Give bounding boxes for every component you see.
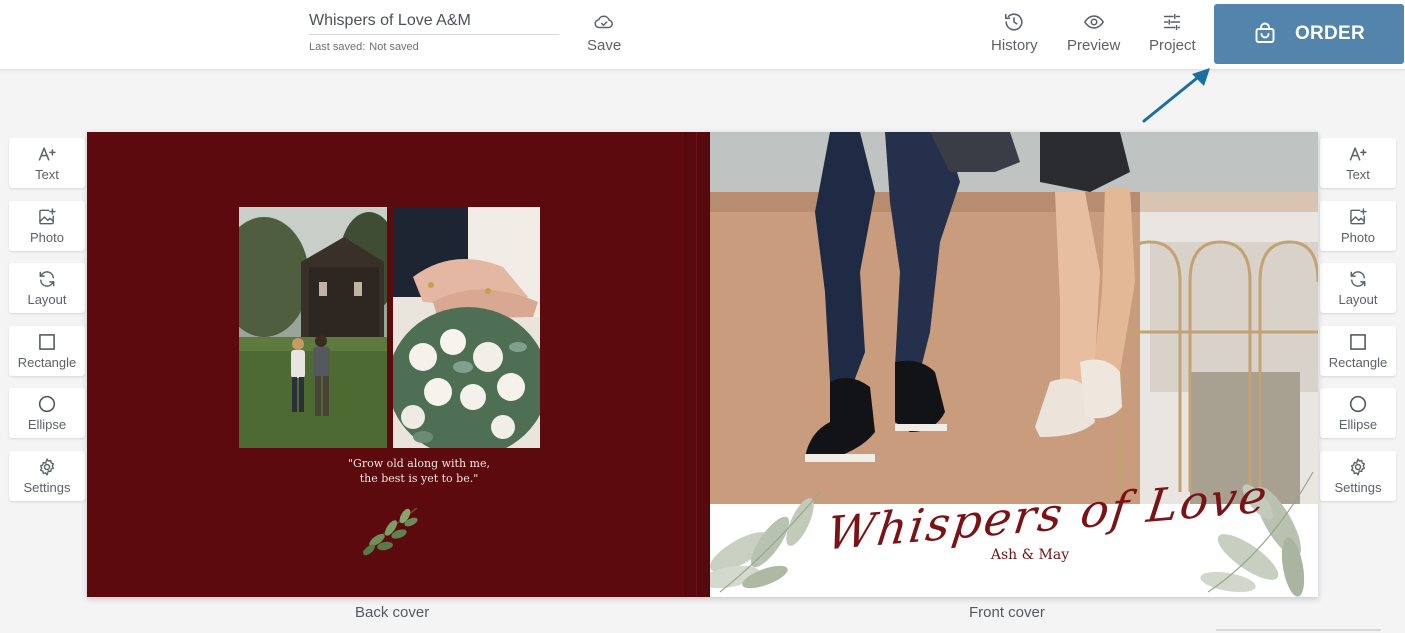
history-button[interactable]: History (991, 11, 1038, 61)
rectangle-button[interactable]: Rectangle (9, 325, 85, 376)
front-cover-subtitle[interactable]: Ash & May (950, 547, 1110, 563)
couple-photo-image (239, 207, 387, 448)
sliders-icon (1164, 13, 1181, 31)
top-bar: Last saved:Not saved Save History Previe… (0, 0, 1405, 70)
history-icon (1005, 13, 1023, 31)
front-cover-photo[interactable] (710, 132, 1318, 504)
text-add-icon (38, 147, 56, 161)
rectangle-icon (1350, 333, 1366, 350)
bottom-panel-edge (1216, 629, 1381, 633)
gear-icon (39, 458, 55, 476)
settings-label: Settings (1334, 479, 1382, 495)
project-title-input[interactable] (309, 8, 559, 35)
save-button[interactable]: Save (587, 11, 621, 61)
history-label: History (991, 37, 1038, 54)
rectangle-icon (39, 333, 55, 350)
layout-refresh-icon (1350, 271, 1366, 288)
add-text-button[interactable]: Text (9, 138, 85, 188)
add-photo-label: Photo (1341, 229, 1375, 245)
settings-button[interactable]: Settings (9, 450, 85, 501)
back-cover-page[interactable]: "Grow old along with me, the best is yet… (87, 132, 710, 597)
rectangle-button[interactable]: Rectangle (1320, 325, 1396, 376)
settings-label: Settings (23, 479, 71, 495)
right-toolbar: Text Photo Layout Rectangle Ellipse Sett… (1320, 138, 1396, 514)
pointer-arrow (1142, 68, 1210, 123)
text-add-icon (1349, 147, 1367, 161)
shopping-bag-icon (1255, 22, 1275, 43)
front-cover-caption: Front cover (969, 604, 1045, 621)
cloud-save-icon (594, 15, 614, 29)
save-label: Save (587, 37, 622, 54)
book-spine (685, 132, 710, 597)
front-cover-page[interactable]: Whispers of Love Ash & May (710, 132, 1318, 597)
quote-line-2: the best is yet to be." (359, 472, 479, 485)
back-cover-photo-bouquet[interactable] (393, 207, 540, 448)
gear-icon (1350, 458, 1366, 476)
back-cover-photo-couple[interactable] (239, 207, 387, 448)
photo-add-icon (39, 207, 56, 224)
last-saved-value: Not saved (369, 41, 419, 53)
last-saved-status: Last saved: Not saved (309, 41, 423, 53)
order-button[interactable]: ORDER (1214, 4, 1404, 64)
rectangle-label: Rectangle (17, 354, 77, 370)
ellipse-button[interactable]: Ellipse (1320, 388, 1396, 439)
add-text-button[interactable]: Text (1320, 138, 1396, 188)
layout-button[interactable]: Layout (1320, 263, 1396, 314)
order-label: ORDER (1294, 23, 1366, 44)
layout-button[interactable]: Layout (9, 263, 85, 314)
photo-add-icon (1350, 207, 1367, 224)
layout-refresh-icon (39, 271, 55, 288)
leaf-sprig-icon (362, 507, 418, 556)
project-button[interactable]: Project (1149, 11, 1196, 61)
quote-line-1: "Grow old along with me, (347, 457, 490, 470)
ellipse-icon (38, 396, 56, 413)
layout-label: Layout (27, 292, 67, 308)
left-toolbar: Text Photo Layout Rectangle Ellipse Sett… (9, 138, 85, 514)
layout-label: Layout (1338, 292, 1378, 308)
settings-button[interactable]: Settings (1320, 450, 1396, 501)
add-text-label: Text (35, 167, 59, 182)
preview-label: Preview (1067, 37, 1121, 54)
bouquet-photo-image (393, 207, 540, 448)
ellipse-label: Ellipse (1338, 417, 1378, 433)
last-saved-label: Last saved: (309, 41, 366, 53)
back-cover-quote[interactable]: "Grow old along with me, the best is yet… (287, 456, 551, 486)
add-photo-label: Photo (30, 229, 64, 245)
ellipse-label: Ellipse (27, 417, 67, 433)
preview-button[interactable]: Preview (1067, 11, 1120, 61)
add-photo-button[interactable]: Photo (1320, 200, 1396, 251)
add-photo-button[interactable]: Photo (9, 200, 85, 251)
eye-icon (1083, 15, 1104, 29)
front-cover-photo-image (710, 132, 1318, 504)
back-cover-caption: Back cover (355, 604, 430, 621)
book-spread-canvas: "Grow old along with me, the best is yet… (87, 132, 1318, 597)
rectangle-label: Rectangle (1328, 354, 1388, 370)
project-label: Project (1149, 37, 1196, 54)
add-text-label: Text (1346, 167, 1370, 182)
ellipse-icon (1349, 396, 1367, 413)
ellipse-button[interactable]: Ellipse (9, 388, 85, 439)
